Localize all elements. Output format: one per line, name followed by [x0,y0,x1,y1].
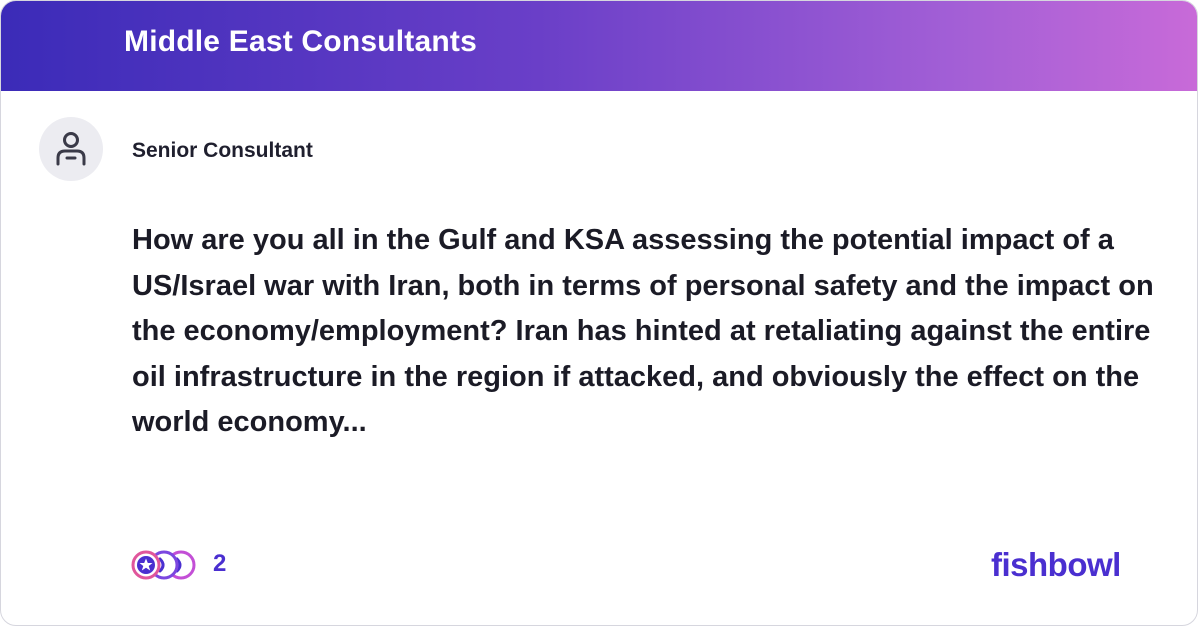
author-name[interactable]: Senior Consultant [132,139,313,163]
avatar [39,117,103,181]
post-card: Middle East Consultants Senior Consultan… [0,0,1198,626]
fishbowl-logo[interactable]: fishbowl [991,546,1121,584]
reaction-count[interactable]: 2 [213,550,226,578]
bowl-title[interactable]: Middle East Consultants [124,25,477,59]
reactions-icon[interactable] [131,549,197,581]
user-icon [56,132,86,166]
header-banner: Middle East Consultants [1,1,1197,91]
post-question[interactable]: How are you all in the Gulf and KSA asse… [132,218,1182,446]
